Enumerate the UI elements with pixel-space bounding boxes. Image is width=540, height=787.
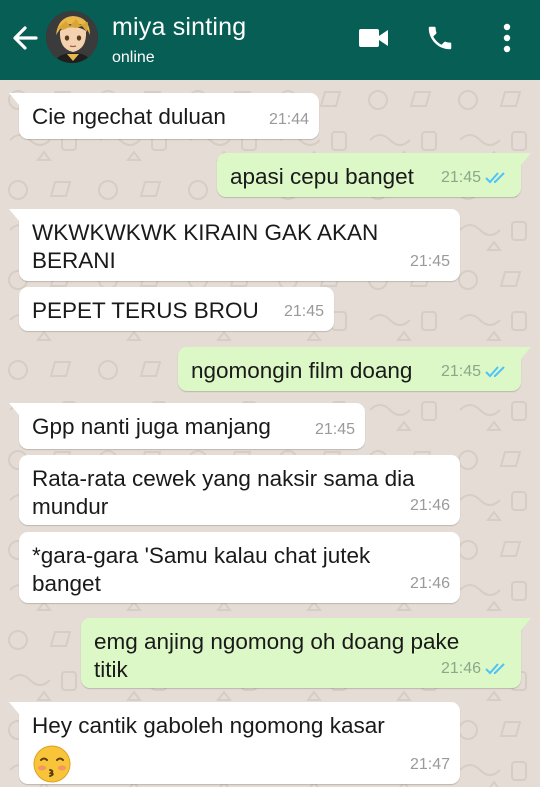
message-text: Cie ngechat duluan	[32, 104, 226, 129]
message-outgoing[interactable]: emg anjing ngomong oh doang pake titik 2…	[81, 618, 531, 688]
message-time: 21:46	[440, 660, 481, 677]
message-incoming[interactable]: Rata-rata cewek yang naksir sama dia mun…	[19, 455, 460, 525]
message-meta: 21:45	[410, 248, 450, 276]
video-call-button[interactable]	[354, 20, 394, 56]
message-text: WKWKWKWK KIRAIN GAK AKAN BERANI	[32, 220, 379, 273]
message-meta: 21:46	[410, 492, 450, 520]
message-time: 21:44	[268, 111, 309, 128]
message-text: Rata-rata cewek yang naksir sama dia mun…	[32, 466, 415, 519]
phone-icon	[428, 26, 452, 50]
message-time: 21:47	[409, 756, 450, 773]
video-camera-icon	[359, 29, 388, 47]
back-button[interactable]	[8, 18, 44, 58]
message-incoming[interactable]: *gara-gara 'Samu kalau chat jutek banget…	[19, 532, 460, 603]
message-time: 21:46	[409, 497, 450, 514]
message-outgoing[interactable]: ngomongin film doang 21:45	[178, 347, 531, 391]
message-time: 21:45	[440, 169, 481, 186]
message-time: 21:45	[440, 363, 481, 380]
chat-area[interactable]: Cie ngechat duluan 21:44 apasi cepu bang…	[0, 80, 540, 787]
message-time: 21:46	[409, 575, 450, 592]
message-meta: 21:47	[410, 751, 450, 779]
message-meta: 21:46	[410, 570, 450, 598]
double-check-icon	[485, 366, 505, 378]
message-time: 21:45	[283, 303, 324, 320]
message-meta: 21:45	[315, 416, 355, 444]
double-check-icon	[485, 172, 505, 184]
voice-call-button[interactable]	[420, 20, 460, 56]
message-text: ngomongin film doang	[191, 358, 413, 383]
message-text: apasi cepu banget	[230, 164, 414, 189]
message-text: Hey cantik gaboleh ngomong kasar	[32, 713, 385, 738]
more-vert-icon	[503, 23, 511, 53]
message-incoming[interactable]: PEPET TERUS BROU 21:45	[19, 287, 334, 331]
message-incoming[interactable]: Hey cantik gaboleh ngomong kasar 21:47	[9, 702, 460, 784]
message-time: 21:45	[314, 421, 355, 438]
message-meta: 21:45	[284, 298, 324, 326]
message-meta: 21:45	[441, 358, 511, 386]
message-incoming[interactable]: WKWKWKWK KIRAIN GAK AKAN BERANI 21:45	[9, 209, 460, 281]
message-text: PEPET TERUS BROU	[32, 298, 259, 323]
message-incoming[interactable]: Cie ngechat duluan 21:44	[9, 93, 319, 139]
contact-status: online	[112, 49, 155, 66]
contact-name[interactable]: miya sinting	[112, 13, 246, 42]
message-text: Gpp nanti juga manjang	[32, 414, 271, 439]
message-meta: 21:45	[441, 164, 511, 192]
message-outgoing[interactable]: apasi cepu banget 21:45	[217, 153, 531, 197]
message-incoming[interactable]: Gpp nanti juga manjang 21:45	[9, 403, 365, 449]
kissing-face-emoji	[33, 745, 71, 783]
chat-header: miya sinting online	[0, 0, 540, 80]
double-check-icon	[485, 663, 505, 675]
message-meta: 21:46	[441, 655, 511, 683]
message-text: *gara-gara 'Samu kalau chat jutek banget	[32, 543, 371, 596]
message-text: emg anjing ngomong oh doang pake titik	[94, 629, 460, 682]
message-meta: 21:44	[269, 106, 309, 134]
avatar[interactable]	[46, 11, 98, 63]
message-time: 21:45	[409, 253, 450, 270]
arrow-left-icon	[13, 26, 38, 50]
more-options-button[interactable]	[494, 20, 520, 56]
